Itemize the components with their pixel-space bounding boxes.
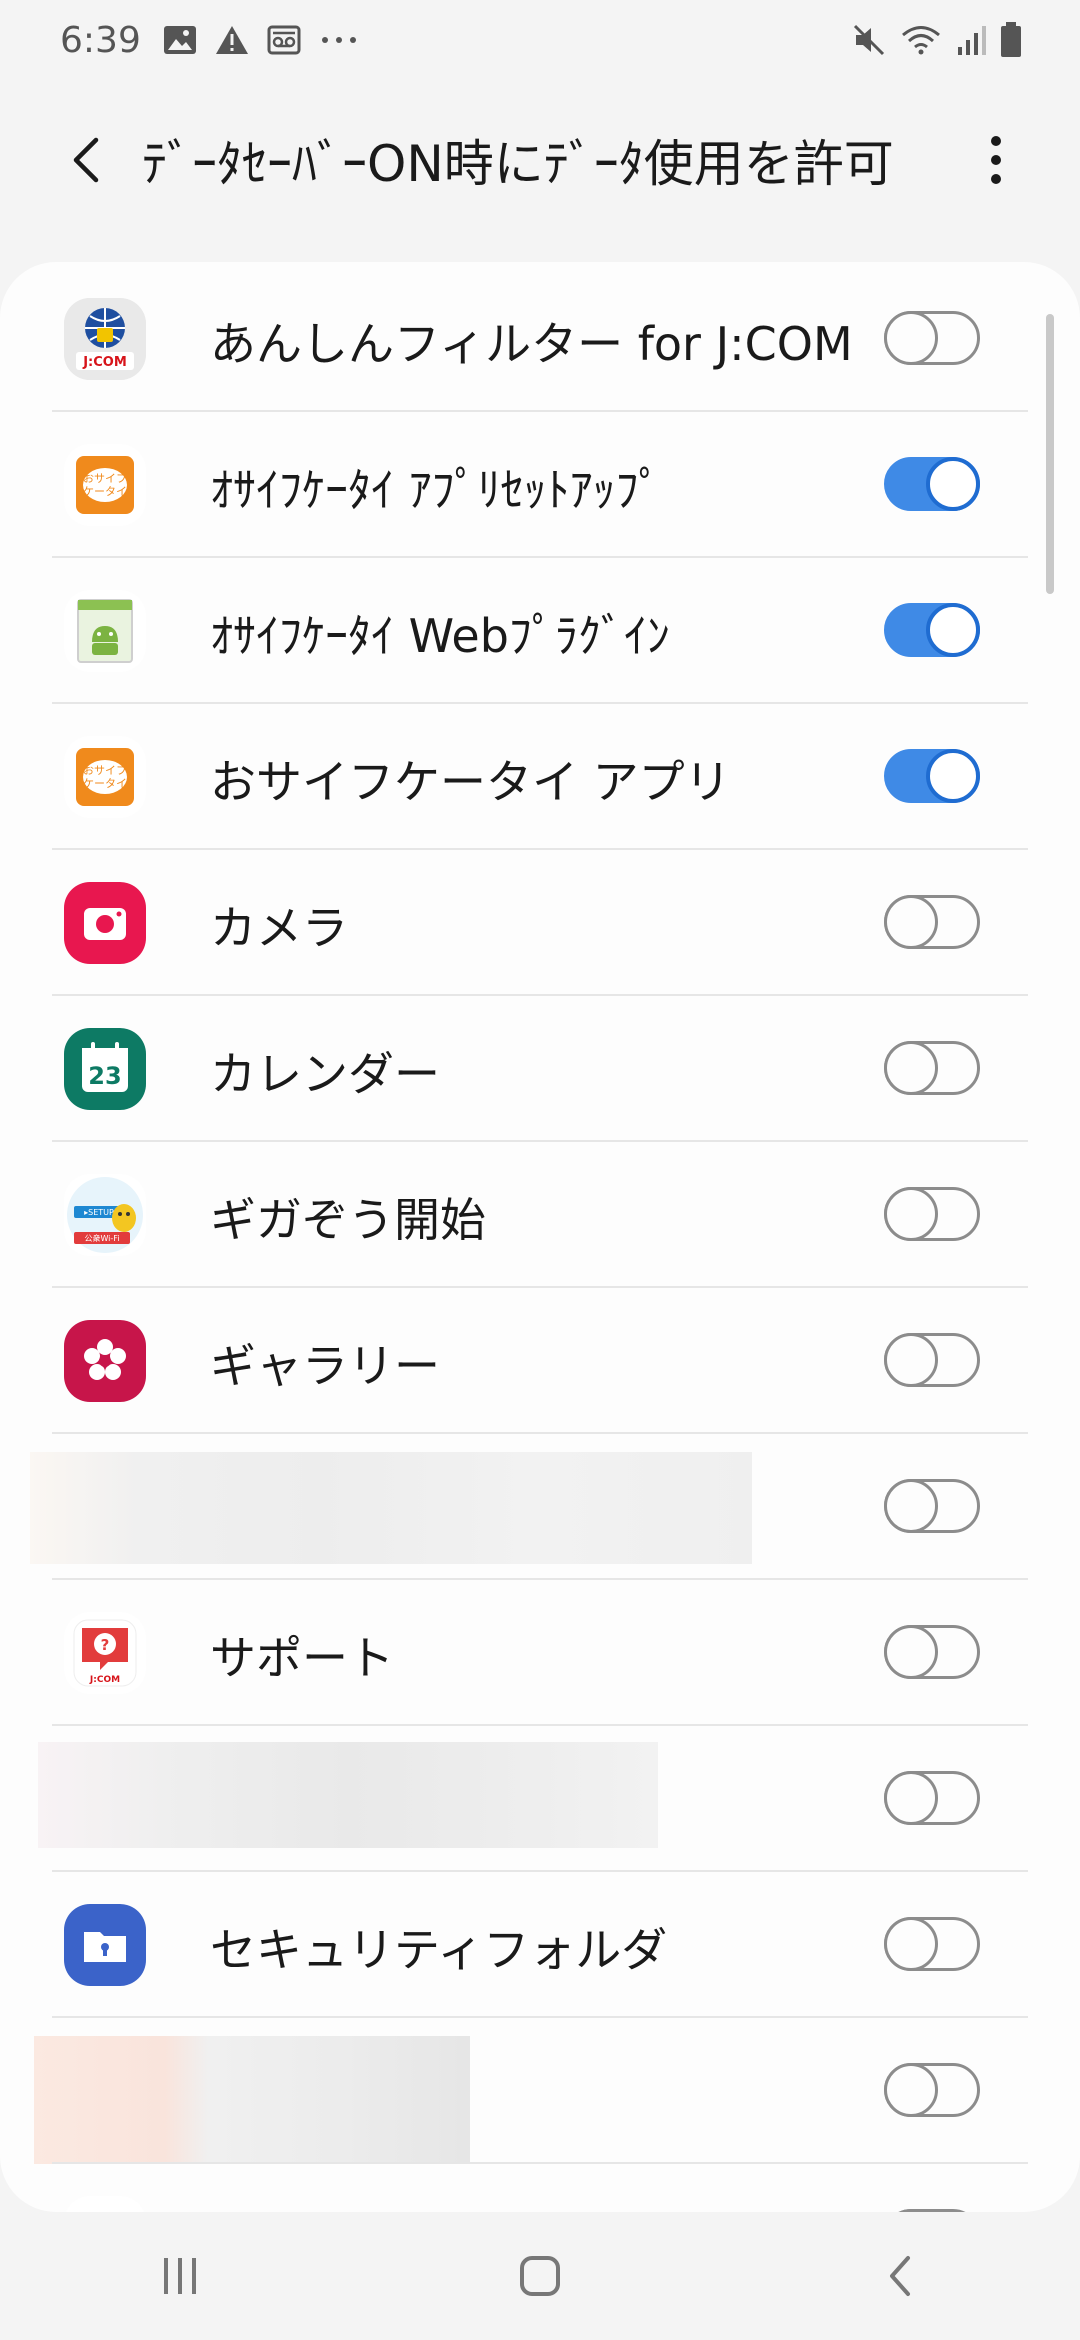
app-row[interactable]: ｵｻｲﾌｹｰﾀｲ Webﾌﾟﾗｸﾞｲﾝ [0, 558, 1080, 704]
app-label: ギガぞう開始 [210, 1193, 486, 1247]
calendar-icon: 23 [64, 1028, 146, 1110]
data-saver-toggle[interactable] [884, 2063, 980, 2117]
page-title: ﾃﾞｰﾀｾｰﾊﾞｰON時にﾃﾞｰﾀ使用を許可 [142, 135, 894, 193]
back-arrow-icon [73, 137, 99, 183]
jcom-support-icon: ? J:COM [64, 1612, 146, 1694]
app-bar: ﾃﾞｰﾀｾｰﾊﾞｰON時にﾃﾞｰﾀ使用を許可 [0, 100, 1080, 220]
secure-folder-icon [64, 1904, 146, 1986]
app-row[interactable]: おサイフ ケータイ ｵｻｲﾌｹｰﾀｲ ｱﾌﾟﾘｾｯﾄｱｯﾌﾟ [0, 412, 1080, 558]
app-row[interactable] [0, 1726, 1080, 1872]
image-icon [163, 26, 196, 54]
gigazou-icon: ▸SETUP 公衆Wi-Fi [64, 1174, 146, 1256]
svg-text:おサイフ: おサイフ [83, 472, 127, 485]
data-saver-toggle[interactable] [884, 603, 980, 657]
data-saver-toggle[interactable] [884, 895, 980, 949]
battery-icon [1001, 22, 1021, 57]
app-row[interactable]: J:COM あんしんフィルター for J:COM [0, 266, 1080, 412]
osaifu-icon: おサイフ ケータイ [64, 444, 146, 526]
svg-text:J:COM: J:COM [89, 1675, 120, 1685]
app-list-card: J:COM あんしんフィルター for J:COM おサイフ ケータイ ｵｻｲﾌ… [0, 262, 1080, 2212]
app-label: ｵｻｲﾌｹｰﾀｲ ｱﾌﾟﾘｾｯﾄｱｯﾌﾟ [210, 463, 662, 517]
obscured-content [30, 1452, 752, 1564]
data-saver-toggle[interactable] [884, 1771, 980, 1825]
svg-text:▸SETUP: ▸SETUP [84, 1208, 114, 1217]
data-saver-toggle[interactable] [884, 1041, 980, 1095]
scrollbar[interactable] [1046, 314, 1054, 594]
back-button[interactable] [54, 128, 118, 192]
camera-icon [64, 882, 146, 964]
alert-icon [215, 26, 248, 54]
wifi-icon [902, 26, 940, 55]
app-label: ｵｻｲﾌｹｰﾀｲ Webﾌﾟﾗｸﾞｲﾝ [210, 609, 670, 663]
home-button[interactable] [480, 2226, 600, 2326]
svg-text:J:COM: J:COM [82, 355, 127, 370]
app-label: サポート [210, 1631, 394, 1685]
nav-back-button[interactable] [840, 2226, 960, 2326]
more-dots-icon [321, 37, 356, 43]
data-saver-toggle[interactable] [884, 1917, 980, 1971]
data-saver-toggle[interactable] [884, 1333, 980, 1387]
status-right-icons [852, 22, 1022, 58]
app-row[interactable]: おサイフ ケータイ おサイフケータイ アプリ [0, 704, 1080, 850]
app-row[interactable]: セキュリティフォルダ [0, 1872, 1080, 2018]
nav-back-icon [890, 2256, 910, 2296]
svg-text:23: 23 [88, 1062, 121, 1090]
app-label: カメラ [210, 901, 348, 955]
svg-text:ケータイ: ケータイ [83, 485, 127, 498]
status-left-icons [163, 25, 359, 55]
app-row[interactable] [0, 1434, 1080, 1580]
signal-icon [958, 26, 986, 55]
svg-text:おサイフ: おサイフ [83, 764, 127, 777]
obscured-content [34, 2036, 470, 2164]
app-row[interactable] [0, 2018, 1080, 2164]
data-saver-toggle[interactable] [884, 311, 980, 365]
recents-button[interactable] [120, 2226, 240, 2326]
data-saver-toggle[interactable] [884, 1625, 980, 1679]
app-row[interactable]: カメラ [0, 850, 1080, 996]
app-row[interactable]: ? J:COM サポート [0, 1580, 1080, 1726]
app-label: カレンダー [210, 1047, 440, 1101]
jcom-filter-icon: J:COM [64, 298, 146, 380]
status-time: 6:39 [60, 19, 141, 61]
android-plugin-icon [64, 590, 146, 672]
more-vertical-icon [991, 136, 1001, 184]
obscured-content [38, 1742, 658, 1848]
status-bar: 6:39 [0, 0, 1080, 80]
svg-text:公衆Wi-Fi: 公衆Wi-Fi [84, 1233, 119, 1243]
app-label: おサイフケータイ アプリ [210, 755, 731, 809]
navigation-bar [0, 2212, 1080, 2340]
mute-icon [853, 24, 885, 56]
svg-text:?: ? [101, 1636, 110, 1654]
drive-icon [64, 2196, 146, 2212]
data-saver-toggle[interactable] [884, 457, 980, 511]
data-saver-toggle[interactable] [884, 1479, 980, 1533]
svg-text:ケータイ: ケータイ [83, 777, 127, 790]
home-icon [520, 2256, 560, 2296]
recents-icon [164, 2258, 196, 2294]
app-label: セキュリティフォルダ [210, 1923, 668, 1977]
app-row[interactable] [0, 2164, 1080, 2212]
app-row[interactable]: 23 カレンダー [0, 996, 1080, 1142]
app-row[interactable]: ▸SETUP 公衆Wi-Fi ギガぞう開始 [0, 1142, 1080, 1288]
more-options-button[interactable] [966, 124, 1026, 196]
osaifu-icon: おサイフ ケータイ [64, 736, 146, 818]
data-saver-toggle[interactable] [884, 749, 980, 803]
data-saver-toggle[interactable] [884, 1187, 980, 1241]
app-label: あんしんフィルター for J:COM [210, 317, 853, 371]
gallery-icon [64, 1320, 146, 1402]
app-label: ギャラリー [210, 1339, 440, 1393]
app-row[interactable]: ギャラリー [0, 1288, 1080, 1434]
voicemail-icon [267, 25, 301, 55]
